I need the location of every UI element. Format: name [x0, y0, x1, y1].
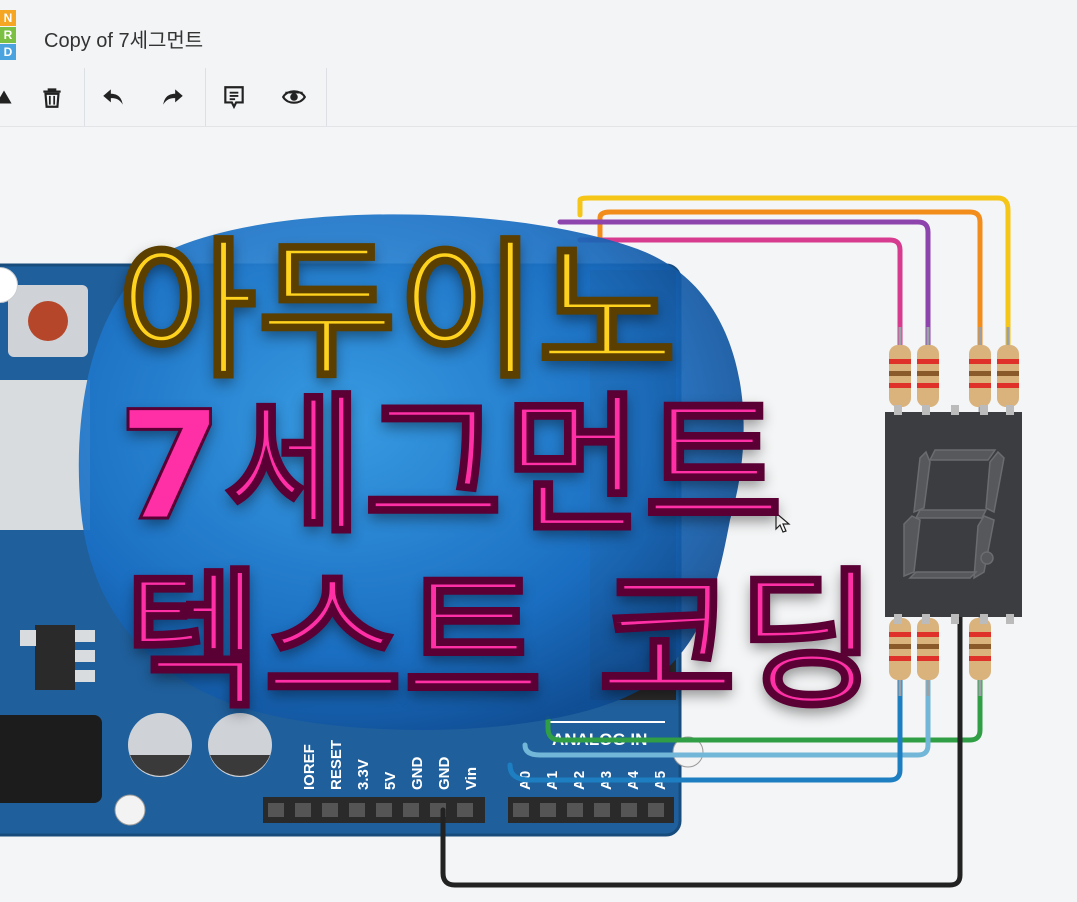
rotate-button[interactable]: [0, 80, 22, 114]
undo-button[interactable]: [95, 80, 131, 114]
trash-icon: [43, 88, 61, 108]
app-logo[interactable]: N R D: [0, 10, 18, 61]
delete-button[interactable]: [34, 80, 70, 114]
notes-icon: [224, 86, 244, 110]
eye-icon: [281, 90, 307, 104]
undo-icon: [103, 89, 123, 105]
redo-button[interactable]: [155, 80, 191, 114]
document-title[interactable]: Copy of 7세그먼트: [44, 24, 203, 53]
logo-letter-n: N: [0, 10, 16, 26]
headline-line-3: 텍스트 코딩: [123, 554, 879, 731]
visibility-button[interactable]: [276, 80, 312, 114]
toolbar-divider: [84, 68, 85, 126]
title-bar: N R D Copy of 7세그먼트: [0, 0, 1077, 69]
redo-icon: [163, 89, 183, 105]
logo-letter-d: D: [0, 44, 16, 60]
notes-button[interactable]: [216, 80, 252, 114]
triangle-icon: [0, 90, 12, 104]
toolbar-divider: [326, 68, 327, 126]
toolbar: [0, 68, 1077, 127]
toolbar-divider: [205, 68, 206, 126]
logo-letter-r: R: [0, 27, 16, 43]
